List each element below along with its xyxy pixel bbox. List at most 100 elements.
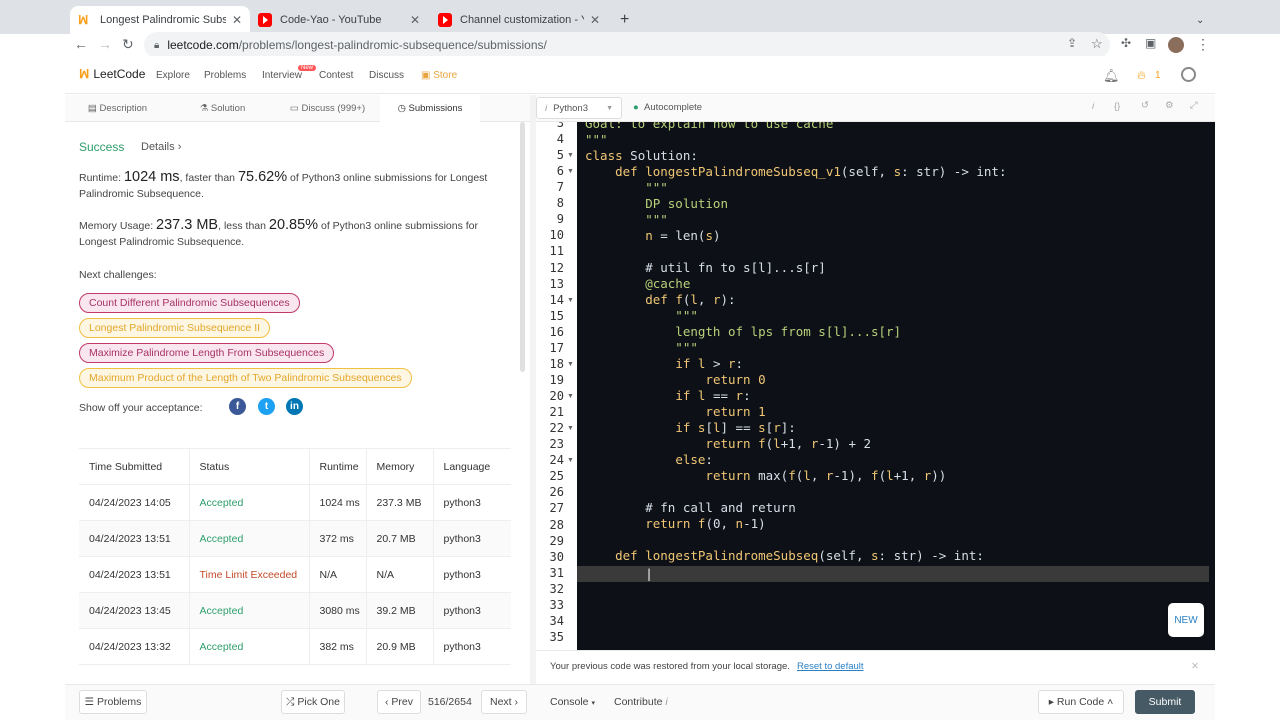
- fold-arrow-icon[interactable]: ▼: [567, 457, 574, 464]
- tab-search-icon[interactable]: ⌄: [1188, 6, 1212, 34]
- tab-solution[interactable]: ⚗ Solution: [170, 95, 275, 122]
- nav-contest[interactable]: Contest: [319, 70, 353, 81]
- contribute-label: Contribute: [614, 696, 663, 708]
- contribute-link[interactable]: Contribute i: [614, 696, 668, 708]
- code-braces-icon[interactable]: {}: [1114, 101, 1120, 112]
- code-area[interactable]: Goal: to explain how to use cache """ cl…: [577, 122, 1215, 650]
- pick-one-button[interactable]: ⤮ Pick One: [281, 690, 345, 714]
- editor-toolbar: i Python3 ▼ ● Autocomplete i {} ↺ ⚙ ⤢: [536, 95, 1215, 122]
- user-avatar-icon[interactable]: [1181, 67, 1196, 82]
- table-row[interactable]: 04/24/2023 13:45 Accepted 3080 ms 39.2 M…: [79, 592, 511, 629]
- nav-interview[interactable]: Interview: [262, 70, 302, 81]
- table-row[interactable]: 04/24/2023 13:51 Accepted 372 ms 20.7 MB…: [79, 520, 511, 557]
- table-row[interactable]: 04/24/2023 13:32 Accepted 382 ms 20.9 MB…: [79, 628, 511, 665]
- forward-icon[interactable]: →: [98, 36, 112, 52]
- col-header[interactable]: Runtime: [308, 448, 366, 485]
- nav-discuss[interactable]: Discuss: [369, 70, 404, 81]
- fold-arrow-icon[interactable]: ▼: [567, 393, 574, 400]
- next-button[interactable]: Next ›: [481, 690, 527, 714]
- run-code-button[interactable]: ▸ Run Code ˄: [1038, 690, 1124, 714]
- next-label: Next: [489, 696, 512, 708]
- fold-arrow-icon[interactable]: ▼: [567, 168, 574, 175]
- challenge-pill[interactable]: Maximize Palindrome Length From Subseque…: [79, 343, 335, 363]
- sidebar-icon[interactable]: ▣: [1145, 36, 1156, 50]
- twitter-icon[interactable]: t: [258, 398, 275, 415]
- col-header[interactable]: Language: [432, 448, 511, 485]
- success-status: Success: [79, 140, 125, 154]
- share-icon[interactable]: ⇪: [1067, 36, 1077, 50]
- close-tab-icon[interactable]: ✕: [232, 13, 242, 27]
- language-select[interactable]: i Python3 ▼: [536, 97, 622, 119]
- cell-status[interactable]: Accepted: [188, 520, 309, 557]
- tab-label: Description: [99, 103, 148, 114]
- fullscreen-icon[interactable]: ⤢: [1190, 100, 1198, 111]
- line-number: 14: [549, 292, 564, 307]
- cell-status[interactable]: Accepted: [188, 628, 309, 665]
- cell-status[interactable]: Time Limit Exceeded: [188, 556, 309, 593]
- cell-language: python3: [432, 520, 511, 557]
- challenge-pill[interactable]: Count Different Palindromic Subsequences: [79, 293, 300, 313]
- cell-status[interactable]: Accepted: [188, 484, 309, 521]
- bookmark-star-icon[interactable]: ☆: [1091, 36, 1103, 52]
- prev-button[interactable]: ‹ Prev: [377, 690, 421, 714]
- nav-store[interactable]: ▣ Store: [421, 70, 457, 81]
- back-icon[interactable]: ←: [74, 36, 88, 52]
- nav-problems[interactable]: Problems: [204, 70, 246, 81]
- extensions-icon[interactable]: ✣: [1121, 36, 1131, 50]
- cell-language: python3: [432, 556, 511, 593]
- col-header[interactable]: Memory: [365, 448, 433, 485]
- new-feature-button[interactable]: NEW: [1168, 603, 1204, 637]
- tab-submissions[interactable]: ◷ Submissions: [380, 95, 480, 122]
- settings-icon[interactable]: ⚙: [1165, 100, 1174, 111]
- autocomplete-toggle[interactable]: Autocomplete: [644, 102, 702, 113]
- line-number: 13: [549, 276, 564, 291]
- close-notice-icon[interactable]: ✕: [1191, 661, 1199, 672]
- leetcode-logo[interactable]: ꟽ LeetCode: [79, 67, 145, 81]
- menu-kebab-icon[interactable]: ⋮: [1196, 36, 1210, 53]
- nav-explore[interactable]: Explore: [156, 70, 190, 81]
- reset-icon[interactable]: ↺: [1141, 100, 1149, 111]
- fold-arrow-icon[interactable]: ▼: [567, 297, 574, 304]
- col-header[interactable]: Time Submitted: [79, 448, 189, 485]
- fold-arrow-icon[interactable]: ▼: [567, 152, 574, 159]
- table-row[interactable]: 04/24/2023 14:05 Accepted 1024 ms 237.3 …: [79, 484, 511, 521]
- browser-tab-channel[interactable]: Channel customization - YouTu ✕: [430, 6, 608, 34]
- console-toggle[interactable]: Console ▾: [550, 696, 595, 708]
- line-number-gutter: 3 4 5 ▼ 6 ▼ 7 8 9 10 11 12 13 14 ▼ 15 16 17 18 ▼ 19 20 ▼ 21 22 ▼ 2…: [536, 122, 577, 650]
- reset-to-default-link[interactable]: Reset to default: [797, 661, 864, 672]
- tab-discuss[interactable]: ▭ Discuss (999+): [275, 95, 380, 122]
- facebook-icon[interactable]: f: [229, 398, 246, 415]
- code-editor[interactable]: 3 4 5 ▼ 6 ▼ 7 8 9 10 11 12 13 14 ▼ 15 16 17 18 ▼ 19 20 ▼ 21 22 ▼ 2…: [536, 122, 1215, 650]
- browser-tab-leetcode[interactable]: ꟽ Longest Palindromic Subseque ✕: [70, 6, 250, 34]
- close-tab-icon[interactable]: ✕: [590, 13, 600, 27]
- profile-avatar-icon[interactable]: [1168, 37, 1184, 53]
- submit-button[interactable]: Submit: [1135, 690, 1195, 714]
- url-input[interactable]: 🔒︎ leetcode.com/problems/longest-palindr…: [144, 32, 1110, 58]
- linkedin-icon[interactable]: in: [286, 398, 303, 415]
- table-row[interactable]: 04/24/2023 13:51 Time Limit Exceeded N/A…: [79, 556, 511, 593]
- col-header[interactable]: Status: [188, 448, 309, 485]
- cell-memory: 20.9 MB: [365, 628, 433, 665]
- table-header-row: Time Submitted Status Runtime Memory Lan…: [79, 448, 511, 485]
- problems-button[interactable]: ☰ Problems: [79, 690, 147, 714]
- challenge-pill[interactable]: Longest Palindromic Subsequence II: [79, 318, 271, 338]
- clock-icon: ◷: [397, 103, 409, 114]
- cell-status[interactable]: Accepted: [188, 592, 309, 629]
- close-tab-icon[interactable]: ✕: [410, 13, 420, 27]
- leetcode-favicon-icon: ꟽ: [78, 13, 89, 27]
- address-bar-row: ← → ↻ 🔒︎ leetcode.com/problems/longest-p…: [0, 32, 1280, 58]
- challenge-pill[interactable]: Maximum Product of the Length of Two Pal…: [79, 368, 412, 388]
- left-pane-scrollbar[interactable]: [520, 122, 525, 372]
- fold-arrow-icon[interactable]: ▼: [567, 361, 574, 368]
- line-number: 26: [549, 485, 564, 500]
- fold-arrow-icon[interactable]: ▼: [567, 425, 574, 432]
- tab-description[interactable]: ▤ Description: [65, 95, 170, 122]
- new-tab-button[interactable]: +: [612, 6, 640, 34]
- bell-icon[interactable]: 🔔︎: [1103, 68, 1120, 84]
- details-link[interactable]: Details ›: [141, 141, 181, 153]
- info-icon[interactable]: i: [1092, 101, 1094, 112]
- caret-down-icon: ▼: [606, 104, 613, 112]
- tab-label: Discuss (999+): [301, 103, 366, 114]
- browser-tab-youtube[interactable]: Code-Yao - YouTube ✕: [250, 6, 428, 34]
- reload-icon[interactable]: ↻: [122, 36, 134, 53]
